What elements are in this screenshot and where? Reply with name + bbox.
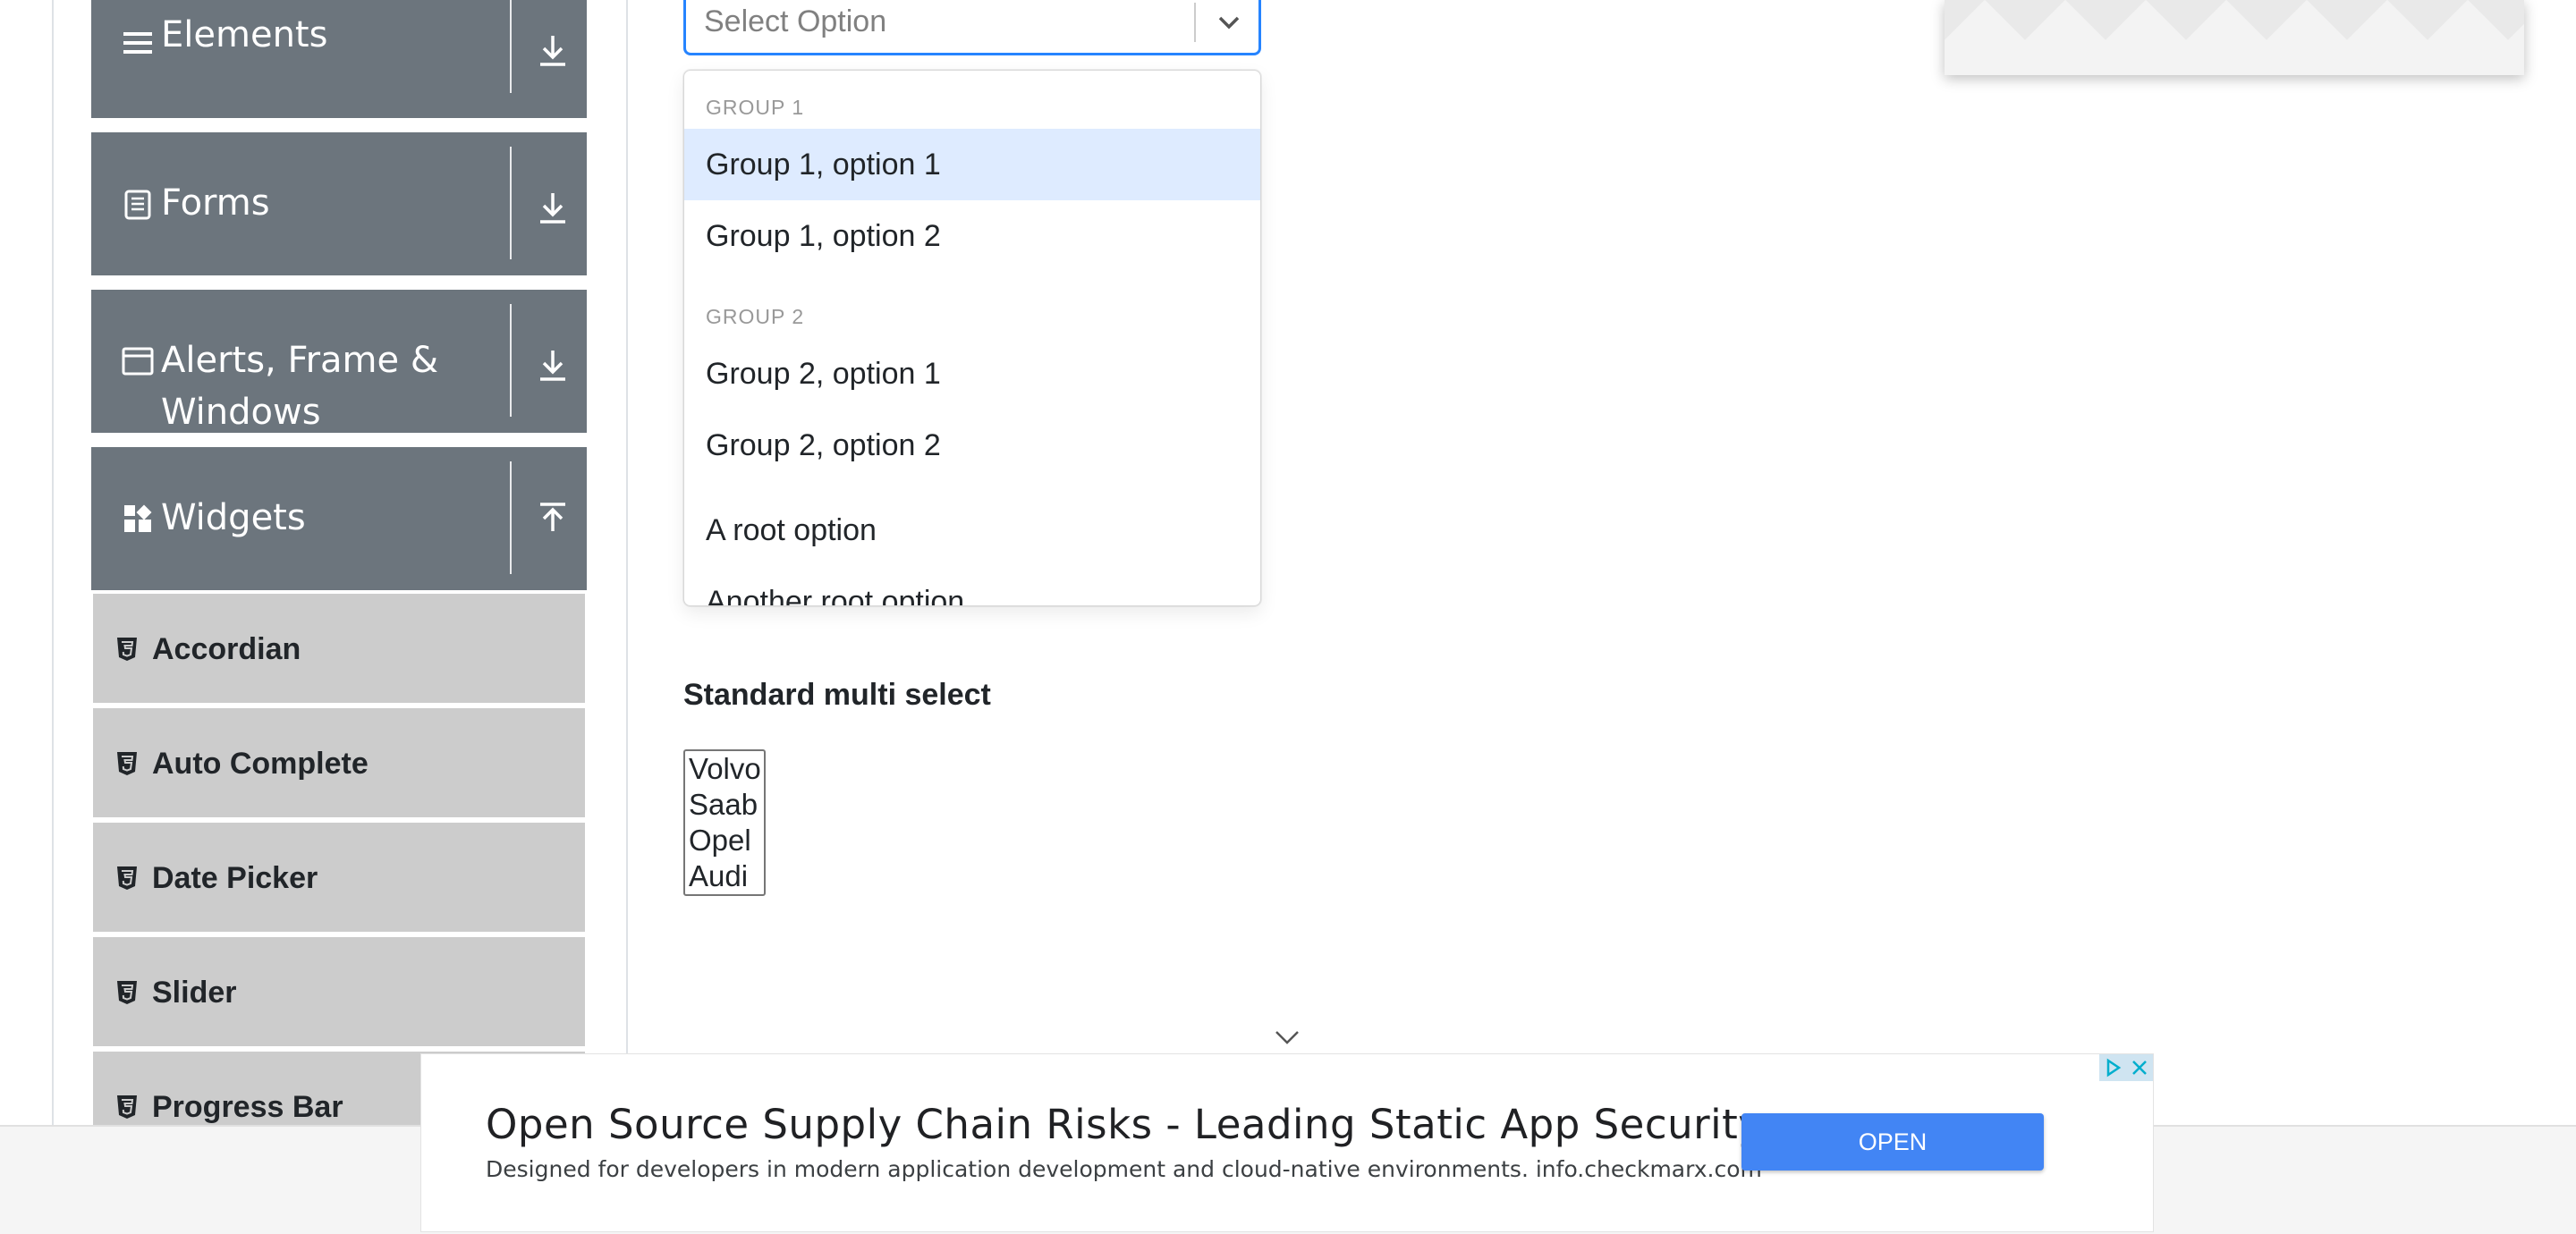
sidebar-item-accordian[interactable]: Accordian [93,594,585,703]
menu-option[interactable]: Group 1, option 1 [684,129,1260,200]
multi-select-option[interactable]: Saab [685,787,764,823]
select-indicator-separator [1194,3,1196,42]
menu-option[interactable]: Group 2, option 2 [684,410,1260,481]
select-option-dropdown[interactable]: Select Option [683,0,1261,55]
sidebar-group-label: Alerts, Frame & [161,340,439,381]
sidebar-group-label: Forms [161,182,270,224]
multi-select-option[interactable]: Audi [685,858,764,894]
sidebar-group-elements[interactable]: Elements [91,0,587,118]
background-image-card [1945,0,2524,75]
divider [510,461,512,574]
html5-icon [117,866,137,890]
sidebar-item-label: Slider [152,976,237,1010]
html5-icon [117,981,137,1004]
sidebar-divider [626,0,628,1127]
sidebar-item-slider[interactable]: Slider [93,937,585,1046]
ad-banner[interactable]: Open Source Supply Chain Risks - Leading… [420,1053,2154,1232]
html5-icon [117,752,137,775]
window-icon [122,347,154,376]
close-icon[interactable] [2126,1054,2153,1081]
divider [510,147,512,259]
sidebar-item-label: Accordian [152,632,301,666]
chevron-down-icon[interactable] [1214,10,1244,35]
sidebar-item-label: Auto Complete [152,747,369,781]
sidebar-item-auto-complete[interactable]: Auto Complete [93,708,585,817]
sidebar-item-label: Progress Bar [152,1090,343,1124]
left-border [52,0,54,1127]
select-placeholder: Select Option [704,4,887,38]
sidebar-group-label: Elements [161,14,328,55]
ad-description: Designed for developers in modern applic… [486,1156,1762,1182]
menu-option[interactable]: A root option [684,494,1260,566]
html5-icon [117,1095,137,1119]
sidebar-group-forms[interactable]: Forms [91,132,587,275]
sidebar-group-label: Widgets [161,497,306,538]
document-icon [124,190,151,220]
menu-option[interactable]: Group 2, option 1 [684,338,1260,410]
sidebar-item-date-picker[interactable]: Date Picker [93,823,585,932]
ad-title[interactable]: Open Source Supply Chain Risks - Leading… [486,1101,1762,1148]
menu-option[interactable]: Group 1, option 2 [684,200,1260,272]
sidebar-group-label-line2: Windows [161,392,321,433]
sidebar-item-label: Date Picker [152,861,318,895]
select-menu: GROUP 1 Group 1, option 1 Group 1, optio… [683,70,1261,606]
sidebar-group-widgets[interactable]: Widgets [91,447,587,590]
widgets-icon [124,504,152,532]
group-heading: GROUP 1 [706,96,805,119]
divider [510,0,512,93]
download-arrow-icon[interactable] [537,190,569,225]
html5-icon [117,638,137,661]
ad-open-button[interactable]: OPEN [1741,1113,2044,1171]
group-heading: GROUP 2 [706,305,805,328]
divider [510,304,512,417]
hamburger-icon [123,32,152,54]
ad-choices-icon[interactable] [2099,1054,2126,1081]
download-arrow-icon[interactable] [537,32,569,68]
sidebar-group-alerts-frame-windows[interactable]: Alerts, Frame & Windows [91,290,587,433]
menu-option[interactable]: Another root option [684,566,1260,605]
multi-select-option[interactable]: Volvo [685,751,764,787]
upload-arrow-icon[interactable] [537,501,569,537]
multi-select-option[interactable]: Opel [685,823,764,858]
standard-multi-select[interactable]: Volvo Saab Opel Audi [683,749,766,896]
multi-select-label: Standard multi select [683,678,991,712]
chevron-down-icon[interactable] [1274,1027,1301,1048]
download-arrow-icon[interactable] [537,347,569,383]
